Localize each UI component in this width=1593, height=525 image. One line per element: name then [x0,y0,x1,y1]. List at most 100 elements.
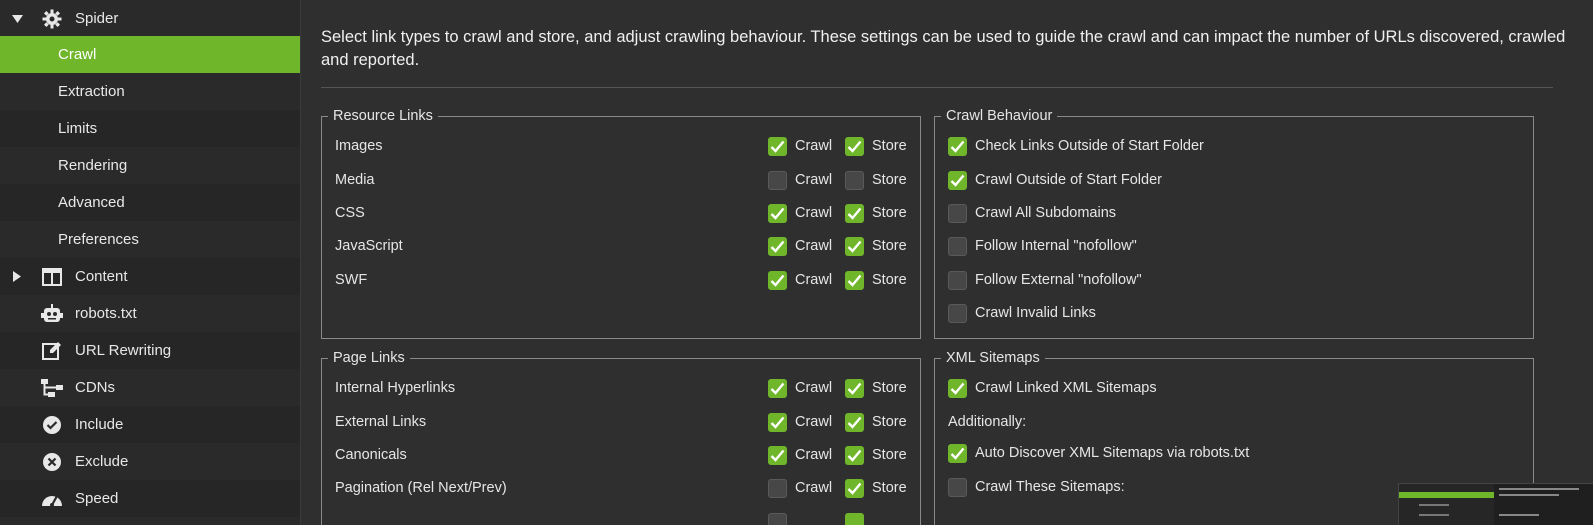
media-crawl-checkbox[interactable] [768,171,787,190]
crawl-label: Crawl [795,380,833,396]
chevron-down-icon[interactable] [11,13,23,25]
option-label: Crawl Outside of Start Folder [975,172,1162,188]
sidebar-item-label: Advanced [58,194,125,211]
sidebar-item-crawl[interactable]: Crawl [0,36,300,73]
row-label: Internal Hyperlinks [335,380,456,396]
preview-thumbnail [1398,483,1593,525]
store-label: Store [872,447,907,463]
store-label: Store [872,380,907,396]
sidebar-item-rendering[interactable]: Rendering [0,147,300,184]
canonicals-store-checkbox[interactable] [845,446,864,465]
sidebar-item-limits[interactable]: Limits [0,110,300,147]
swf-crawl-checkbox[interactable] [768,271,787,290]
canonicals-crawl-checkbox[interactable] [768,446,787,465]
sidebar-item-extraction[interactable]: Extraction [0,73,300,110]
page-description: Select link types to crawl and store, an… [321,28,1566,69]
crawl-label: Crawl [795,238,833,254]
row-label: Pagination (Rel Next/Prev) [335,480,507,496]
clipped-crawl-checkbox[interactable] [768,513,787,525]
sidebar-item-preferences[interactable]: Preferences [0,221,300,258]
external-links-crawl-checkbox[interactable] [768,413,787,432]
sidebar-item-label: Preferences [58,231,139,248]
option-label: Check Links Outside of Start Folder [975,138,1204,154]
sidebar-item-exclude[interactable]: Exclude [0,443,300,480]
crawl-label: Crawl [795,414,833,430]
images-crawl-checkbox[interactable] [768,137,787,156]
sidebar-item-cdns[interactable]: CDNs [0,369,300,406]
crawl-behaviour-group: Crawl Behaviour Check Links Outside of S… [934,107,1534,339]
row-label: External Links [335,414,427,430]
sidebar-item-content[interactable]: Content [0,258,300,295]
crawl-all-subdomains-checkbox[interactable] [948,204,967,223]
crawl-label: Crawl [795,272,833,288]
store-label: Store [872,172,907,188]
sidebar-item-advanced[interactable]: Advanced [0,184,300,221]
follow-internal-nofollow-checkbox[interactable] [948,237,967,256]
option-crawl-outside: Crawl Outside of Start Folder [935,169,1533,193]
row-label: JavaScript [335,238,403,254]
option-label: Crawl All Subdomains [975,205,1117,221]
store-label: Store [872,238,907,254]
images-store-checkbox[interactable] [845,137,864,156]
row-label: Canonicals [335,447,407,463]
crawl-these-sitemaps-checkbox[interactable] [948,478,967,497]
sidebar-item-label: CDNs [75,379,115,396]
group-title: Resource Links [328,107,438,125]
store-label: Store [872,480,907,496]
sidebar-item-label: Crawl [58,46,97,63]
sidebar-item-robots[interactable]: robots.txt [0,295,300,332]
edit-icon [41,340,63,362]
x-circle-icon [41,451,63,473]
thumbnail-active-item [1399,492,1494,498]
resource-row-images: Images Crawl Store [322,135,920,159]
pagination-crawl-checkbox[interactable] [768,479,787,498]
external-links-store-checkbox[interactable] [845,413,864,432]
page-row-canonicals: Canonicals Crawl Store [322,444,920,468]
crawl-linked-sitemaps-checkbox[interactable] [948,379,967,398]
crawl-label: Crawl [795,172,833,188]
crawl-invalid-links-checkbox[interactable] [948,304,967,323]
gauge-icon [41,488,63,510]
sidebar-item-label: Include [75,416,124,433]
page-row-clipped [322,511,920,525]
crawl-outside-checkbox[interactable] [948,171,967,190]
sidebar-item-url-rewriting[interactable]: URL Rewriting [0,332,300,369]
sidebar-item-spider[interactable]: Spider [0,0,300,37]
robot-icon [41,303,63,325]
option-crawl-invalid-links: Crawl Invalid Links [935,302,1533,326]
sidebar-item-label: Exclude [75,453,129,470]
sidebar-item-speed[interactable]: Speed [0,480,300,517]
javascript-crawl-checkbox[interactable] [768,237,787,256]
internal-hyperlinks-crawl-checkbox[interactable] [768,379,787,398]
media-store-checkbox[interactable] [845,171,864,190]
crawl-label: Crawl [795,447,833,463]
option-label: Crawl Linked XML Sitemaps [975,380,1157,396]
css-store-checkbox[interactable] [845,204,864,223]
option-label: Follow External "nofollow" [975,272,1142,288]
crawl-label: Crawl [795,480,833,496]
follow-external-nofollow-checkbox[interactable] [948,271,967,290]
swf-store-checkbox[interactable] [845,271,864,290]
auto-discover-checkbox[interactable] [948,444,967,463]
sidebar-item-include[interactable]: Include [0,406,300,443]
store-label: Store [872,138,907,154]
network-icon [41,377,63,399]
group-title: Page Links [328,349,410,367]
clipped-store-checkbox[interactable] [845,513,864,525]
thumbnail-line [1499,514,1539,516]
internal-hyperlinks-store-checkbox[interactable] [845,379,864,398]
javascript-store-checkbox[interactable] [845,237,864,256]
store-label: Store [872,272,907,288]
thumbnail-line [1419,514,1449,516]
page-row-pagination: Pagination (Rel Next/Prev) Crawl Store [322,477,920,501]
additionally-label-row: Additionally: [935,411,1533,435]
option-crawl-linked-sitemaps: Crawl Linked XML Sitemaps [935,377,1533,401]
group-title: Crawl Behaviour [941,107,1058,125]
css-crawl-checkbox[interactable] [768,204,787,223]
check-links-outside-checkbox[interactable] [948,137,967,156]
pagination-store-checkbox[interactable] [845,479,864,498]
sidebar-item-label: URL Rewriting [75,342,172,359]
option-check-links-outside: Check Links Outside of Start Folder [935,135,1533,159]
option-follow-external-nofollow: Follow External "nofollow" [935,269,1533,293]
chevron-right-icon[interactable] [11,271,23,283]
